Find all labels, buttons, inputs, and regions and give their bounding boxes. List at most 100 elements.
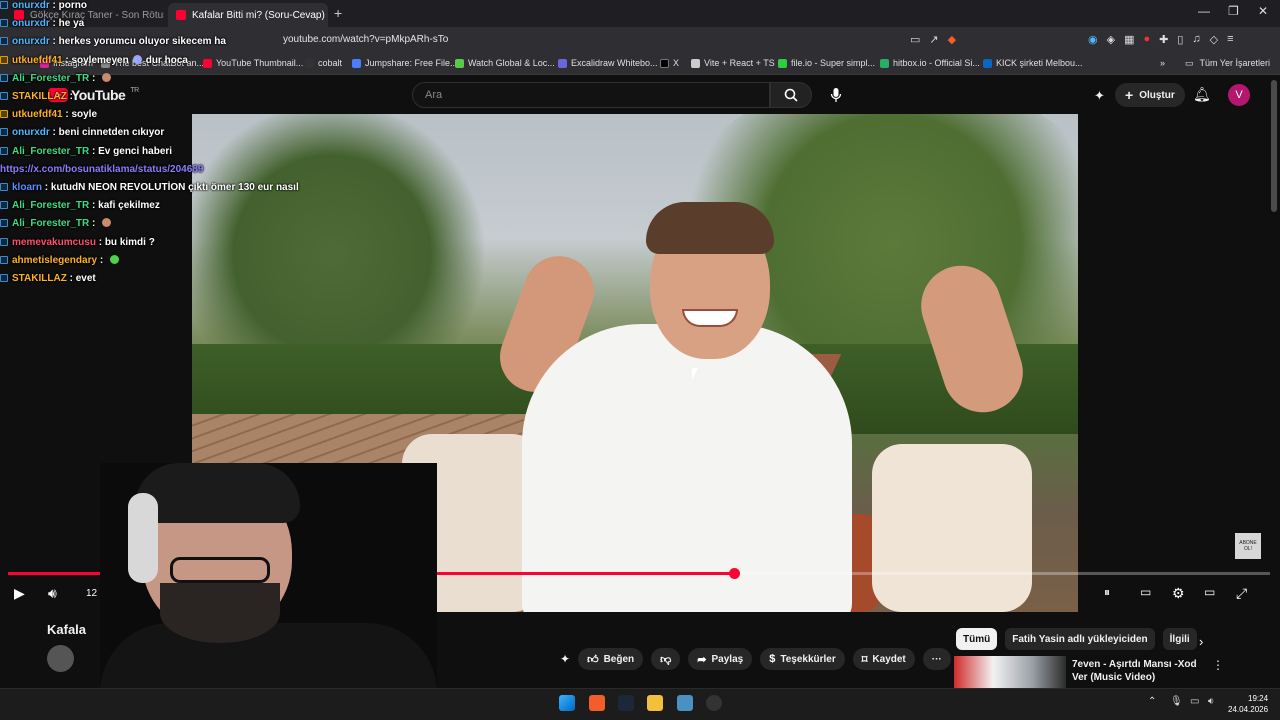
windows-start-icon[interactable] [559, 695, 575, 711]
chat-message: Ali_Forester_TR : kafi çekilmez [0, 200, 160, 211]
chat-username[interactable]: utkuefdf41 [12, 109, 63, 120]
puzzle-icon[interactable]: ✚ [1159, 33, 1168, 46]
channel-avatar[interactable] [47, 645, 74, 672]
chat-username[interactable]: onurxdr [12, 18, 50, 29]
bookmark-item[interactable]: Watch Global & Loc... [455, 58, 555, 68]
bookmark-item[interactable]: X [660, 58, 679, 68]
chat-message: STAKILLAZ : [0, 91, 73, 102]
page-scrollbar[interactable] [1271, 80, 1277, 212]
account-avatar[interactable]: V [1228, 84, 1250, 106]
vpn-icon[interactable]: ◇ [1210, 33, 1218, 46]
sidebar-icon[interactable]: ▯ [1177, 33, 1183, 46]
url-field[interactable]: youtube.com/watch?v=pMkpARh-sTo [283, 34, 448, 45]
share-button[interactable]: ➦ Paylaş [688, 648, 753, 670]
subtitles-icon[interactable]: ▭ [1140, 585, 1151, 599]
chat-message: onurxdr : porno [0, 0, 87, 11]
bookmark-item[interactable]: hitbox.io - Official Si... [880, 58, 980, 68]
recommendation-thumbnail[interactable] [954, 656, 1066, 688]
browser-tab-active[interactable]: Kafalar Bitti mi? (Soru-Cevap) - Y ✕ [168, 3, 328, 27]
create-button[interactable]: + Oluştur [1115, 83, 1185, 107]
chat-username[interactable]: kloarn [12, 182, 42, 193]
chat-username[interactable]: onurxdr [12, 36, 50, 47]
chat-text: kutudN NEON REVOLUTİON çıktı ömer 130 eu… [50, 182, 299, 193]
chat-username[interactable]: memevakumcusu [12, 237, 96, 248]
search-button[interactable] [770, 82, 812, 108]
bookmarks-overflow-button[interactable]: » [1160, 58, 1165, 69]
chip-all[interactable]: Tümü [956, 628, 998, 650]
dislike-button[interactable]: 👎︎ [651, 648, 681, 670]
chip-related[interactable]: İlgili [1162, 628, 1197, 650]
extension-icon[interactable]: ◉ [1088, 33, 1098, 46]
ask-ai-icon[interactable]: ✦ [560, 648, 570, 670]
extension-icon[interactable]: ▦ [1124, 33, 1134, 46]
settings-gear-icon[interactable]: ⚙ [1172, 585, 1185, 602]
thanks-button[interactable]: $ Teşekkürler [760, 648, 845, 670]
steam-icon[interactable] [618, 695, 634, 711]
bookmark-item[interactable]: file.io - Super simpl... [778, 58, 875, 68]
chat-username[interactable]: Ali_Forester_TR [12, 218, 89, 229]
bookmark-item[interactable]: Vite + React + TS [691, 58, 775, 68]
new-tab-button[interactable]: + [334, 5, 342, 21]
chat-username[interactable]: onurxdr [12, 0, 50, 11]
autoplay-toggle-icon[interactable]: ⏸ [1104, 585, 1110, 600]
extension-icon[interactable]: ◈ [1107, 33, 1115, 46]
bookmark-item[interactable]: Jumpshare: Free File... [352, 58, 458, 68]
subscribe-watermark[interactable]: ABONE OL! [1235, 533, 1261, 559]
bookmark-label: file.io - Super simpl... [791, 58, 876, 68]
taskbar-clock[interactable]: 19:24 24.04.2026 [1228, 693, 1268, 715]
brave-shield-icon[interactable]: ◆ [948, 33, 956, 46]
chat-username[interactable]: STAKILLAZ [12, 91, 67, 102]
file-explorer-icon[interactable] [647, 695, 663, 711]
recommendation-more-icon[interactable]: ⋮ [1212, 658, 1224, 672]
app-icon[interactable] [677, 695, 693, 711]
chat-username[interactable]: Ali_Forester_TR [12, 146, 89, 157]
chip-from-uploader[interactable]: Fatih Yasin adlı yükleyiciden [1005, 628, 1155, 650]
notifications-bell-icon[interactable]: 🔔︎ [1193, 86, 1211, 103]
all-bookmarks-button[interactable]: Tüm Yer İşaretleri [1199, 58, 1270, 69]
play-icon[interactable]: ▶ [14, 585, 25, 602]
bookmark-icon: ⌑ [861, 653, 868, 666]
share-arrow-icon: ➦ [697, 653, 707, 666]
obs-icon[interactable] [706, 695, 722, 711]
brave-browser-icon[interactable] [589, 695, 605, 711]
chat-username[interactable]: utkuefdf41 [12, 55, 63, 66]
sparkle-icon[interactable]: ✦ [1094, 88, 1105, 104]
bookmark-item[interactable]: Excalidraw Whitebo... [558, 58, 658, 68]
more-actions-button[interactable]: ··· [922, 648, 951, 670]
chat-username[interactable]: STAKILLAZ [12, 273, 67, 284]
music-icon[interactable]: ♫ [1192, 33, 1200, 46]
share-icon[interactable]: ↗ [929, 33, 938, 46]
menu-icon[interactable]: ≡ [1227, 33, 1233, 46]
theater-mode-icon[interactable]: ▭ [1204, 585, 1215, 599]
chat-username[interactable]: Ali_Forester_TR [12, 200, 89, 211]
chat-text: evet [75, 273, 96, 284]
like-button[interactable]: 👍︎ Beğen [578, 648, 644, 670]
extension-icon[interactable]: ● [1143, 33, 1150, 46]
chat-link[interactable]: https://x.com/bosunatiklama/status/20468… [0, 164, 203, 175]
network-icon[interactable]: ▭ [1190, 696, 1199, 707]
tray-chevron-icon[interactable]: ⌃ [1148, 696, 1156, 707]
chat-message: https://x.com/bosunatiklama/status/20468… [0, 164, 203, 175]
chevron-right-icon[interactable]: › [1199, 634, 1203, 649]
create-label: Oluştur [1139, 89, 1175, 101]
bookmark-item[interactable]: KICK şirketi Melbou... [983, 58, 1083, 68]
maximize-button[interactable]: ❐ [1228, 4, 1239, 18]
fullscreen-icon[interactable]: ⤢ [1236, 585, 1247, 602]
recommendation-title[interactable]: 7even - Aşırtdı Mansı -Xod Ver (Music Vi… [1072, 658, 1212, 684]
close-window-button[interactable]: ✕ [1258, 4, 1268, 18]
minimize-button[interactable]: — [1198, 4, 1210, 18]
volume-icon[interactable]: 🔊︎ [48, 585, 57, 602]
save-button[interactable]: ⌑ Kaydet [852, 648, 915, 670]
bookmark-item[interactable]: cobalt [305, 58, 342, 68]
voice-search-button[interactable] [822, 82, 850, 108]
progress-scrubber[interactable] [729, 568, 740, 579]
bookmark-item[interactable]: YouTube Thumbnail... [203, 58, 303, 68]
microphone-tray-icon[interactable]: 🎙︎ [1170, 696, 1183, 707]
chat-badge-icon [0, 255, 8, 264]
cast-icon[interactable]: ▭ [910, 33, 920, 46]
speaker-icon[interactable]: 🔉︎ [1208, 696, 1214, 707]
chat-username[interactable]: Ali_Forester_TR [12, 73, 89, 84]
chat-username[interactable]: ahmetislegendary [12, 255, 97, 266]
search-input[interactable]: Ara [412, 82, 770, 108]
chat-username[interactable]: onurxdr [12, 127, 50, 138]
